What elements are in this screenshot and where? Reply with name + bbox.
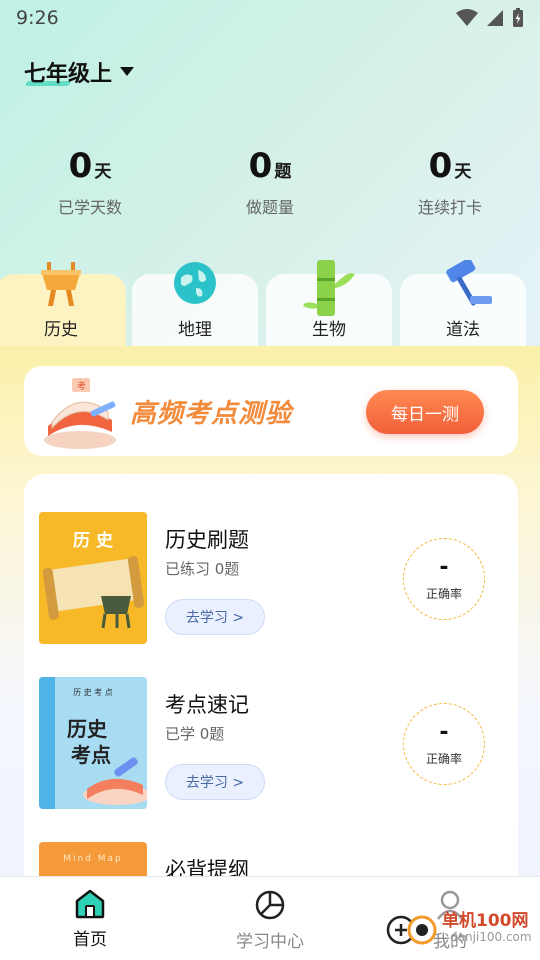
cover-top-text: 历 史 考 点 [73, 688, 113, 697]
stat-streak: 0天 连续打卡 [360, 146, 540, 218]
tab-label: 道法 [446, 320, 480, 340]
status-icons [456, 8, 524, 28]
history-practice-cover: 历 史 [39, 512, 147, 644]
go-study-button[interactable]: 去学习 > [165, 599, 265, 635]
wifi-icon [456, 9, 478, 26]
accuracy-value: - [439, 719, 449, 745]
stats-row: 0天 已学天数 0题 做题量 0天 连续打卡 [0, 146, 540, 218]
dropdown-caret-icon [120, 67, 135, 76]
tab-history[interactable]: 历史 [0, 262, 126, 348]
stat-unit: 天 [94, 162, 112, 182]
cover-line-1: 历史 [67, 717, 107, 741]
item-progress: 已学 0题 [165, 725, 225, 743]
nav-home[interactable]: 首页 [0, 877, 180, 960]
stat-questions-done: 0题 做题量 [180, 146, 360, 218]
item-title: 历史刷题 [165, 528, 249, 552]
item-title: 考点速记 [165, 693, 249, 717]
nav-study-center[interactable]: 学习中心 [180, 877, 360, 960]
stat-value: 0 [428, 146, 453, 186]
subject-tabs: 历史 地理 生物 道法 [0, 258, 540, 348]
tab-geography[interactable]: 地理 [132, 262, 258, 348]
list-item-history-practice[interactable]: 历 史 历史刷题 已练习 0题 去学习 > - 正确率 [39, 512, 509, 644]
accuracy-label: 正确率 [425, 586, 462, 601]
tab-morality-law[interactable]: 道法 [400, 260, 526, 348]
daily-test-button[interactable]: 每日一测 [366, 390, 484, 434]
globe-icon [174, 262, 216, 304]
battery-icon [513, 8, 523, 27]
stat-value: 0 [68, 146, 93, 186]
tab-label: 地理 [178, 320, 212, 340]
accuracy-ring: - 正确率 [403, 703, 485, 785]
status-bar: 9:26 [0, 0, 540, 36]
book-illustration-icon: 考 [44, 378, 116, 449]
site-watermark: 单机100网 danji100.com [380, 896, 540, 960]
content-panel: 考 高频考点测验 每日一测 历 史 历史刷题 已练习 0题 去学习 > - 正确… [0, 346, 540, 960]
tab-label: 生物 [312, 320, 346, 340]
key-points-cover: 历 史 考 点 历史 考点 [39, 677, 147, 809]
grade-selector[interactable]: 七年级上 [24, 56, 135, 88]
home-icon [75, 889, 105, 919]
list-item-key-points[interactable]: 历 史 考 点 历史 考点 考点速记 已学 0题 去学习 > - 正确率 [39, 677, 509, 809]
accuracy-value: - [439, 554, 449, 580]
accuracy-ring: - 正确率 [403, 538, 485, 620]
pie-chart-icon [255, 890, 285, 920]
quiz-banner[interactable]: 考 高频考点测验 每日一测 [24, 366, 518, 456]
status-time: 9:26 [16, 7, 59, 29]
stat-unit: 题 [274, 162, 292, 182]
gavel-icon [446, 260, 492, 306]
nav-label: 首页 [73, 930, 107, 950]
watermark-sub: danji100.com [450, 930, 532, 944]
book-stamp-text: 考 [77, 381, 86, 392]
grade-label: 七年级上 [24, 56, 112, 88]
stat-study-days: 0天 已学天数 [0, 146, 180, 218]
banner-title: 高频考点测验 [130, 399, 293, 429]
stat-label: 连续打卡 [417, 198, 482, 217]
stat-value: 0 [248, 146, 273, 186]
go-study-button[interactable]: 去学习 > [165, 764, 265, 800]
accuracy-label: 正确率 [425, 751, 462, 766]
cover-line-2: 考点 [71, 743, 111, 767]
stat-label: 已学天数 [57, 198, 122, 217]
bamboo-icon [303, 260, 355, 316]
tab-label: 历史 [44, 320, 78, 340]
cover-top-text: Mind Map [63, 854, 123, 864]
stat-unit: 天 [454, 162, 472, 182]
nav-label: 学习中心 [236, 932, 304, 952]
watermark-logo-icon [386, 915, 437, 945]
watermark-text: 单机100网 [442, 911, 529, 931]
signal-icon [487, 10, 503, 26]
tab-biology[interactable]: 生物 [266, 260, 392, 348]
stat-label: 做题量 [245, 198, 294, 217]
cover-title: 历 史 [73, 531, 113, 551]
item-progress: 已练习 0题 [165, 560, 240, 578]
ding-vessel-icon [41, 262, 81, 306]
study-list: 历 史 历史刷题 已练习 0题 去学习 > - 正确率 历 史 考 点 历史 考… [24, 474, 518, 960]
